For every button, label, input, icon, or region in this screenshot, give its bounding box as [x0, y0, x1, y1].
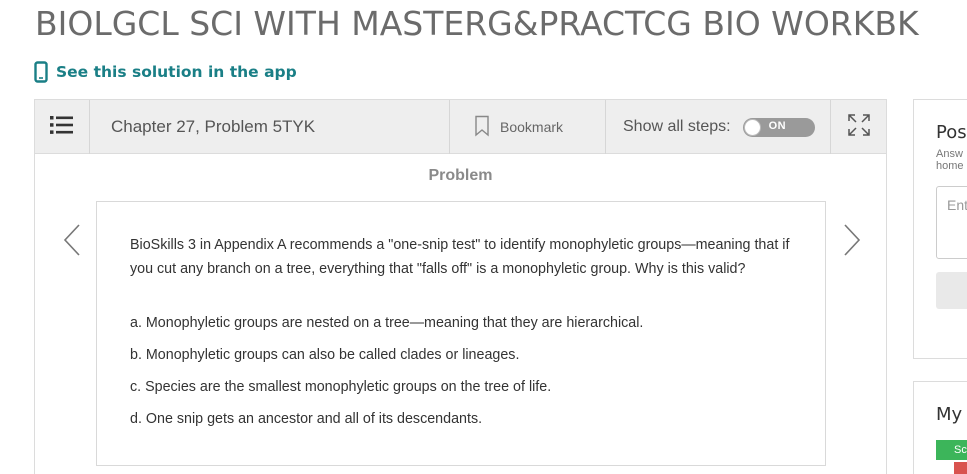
phone-icon [34, 61, 48, 83]
app-link-label[interactable]: See this solution in the app [56, 63, 297, 81]
solution-viewer: Chapter 27, Problem 5TYK Bookmark Show a… [34, 99, 887, 474]
score-badge: Sc [936, 440, 967, 460]
show-all-steps: Show all steps: ON [606, 100, 831, 154]
post-button[interactable] [936, 272, 967, 309]
chevron-left-icon [61, 224, 83, 262]
problem-heading: Problem [428, 167, 493, 184]
choice-b: b. Monophyletic groups can also be calle… [130, 347, 520, 363]
show-steps-label: Show all steps: [623, 118, 731, 135]
my-card-title: My [936, 404, 963, 425]
choice-a: a. Monophyletic groups are nested on a t… [130, 315, 644, 331]
post-card-subtitle-line2: home [936, 160, 964, 172]
post-card-title: Pos [936, 122, 967, 143]
post-card-subtitle-line1: Answ [936, 148, 963, 160]
bookmark-label: Bookmark [500, 119, 564, 135]
chapter-label: Chapter 27, Problem 5TYK [90, 100, 450, 154]
toggle-state-label: ON [768, 119, 787, 132]
problem-box: BioSkills 3 in Appendix A recommends a "… [96, 201, 826, 466]
viewer-toolbar: Chapter 27, Problem 5TYK Bookmark Show a… [35, 100, 886, 154]
post-question-card: Pos Answ home Ent [913, 99, 967, 359]
toggle-knob [743, 118, 761, 136]
problem-question: BioSkills 3 in Appendix A recommends a "… [130, 237, 790, 277]
previous-problem-button[interactable] [61, 222, 83, 263]
chevron-right-icon [841, 224, 863, 262]
post-card-subtitle: Answ home [936, 148, 967, 172]
red-badge [954, 462, 967, 474]
my-solutions-card: My Sc [913, 381, 967, 474]
choice-d: d. One snip gets an ancestor and all of … [130, 411, 483, 427]
choice-c: c. Species are the smallest monophyletic… [130, 379, 552, 395]
bookmark-icon [474, 115, 490, 140]
list-icon [50, 115, 74, 140]
expand-button[interactable] [831, 100, 886, 154]
bookmark-button[interactable]: Bookmark [450, 100, 606, 154]
book-title: BIOLGCL SCI WITH MASTERG&PRACTCG BIO WOR… [35, 4, 919, 43]
next-problem-button[interactable] [841, 222, 863, 263]
menu-button[interactable] [35, 100, 90, 154]
see-solution-in-app-link[interactable]: See this solution in the app [34, 60, 297, 84]
question-input[interactable]: Ent [936, 186, 967, 259]
show-steps-toggle[interactable]: ON [742, 117, 815, 137]
expand-icon [847, 113, 871, 142]
